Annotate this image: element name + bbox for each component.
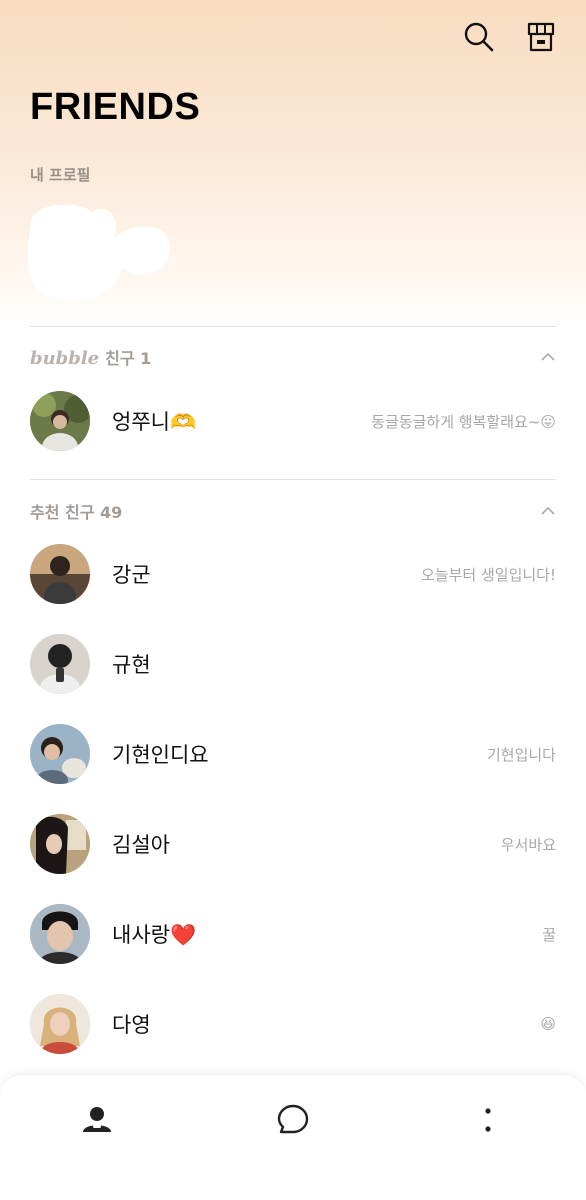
divider — [30, 479, 556, 480]
avatar — [30, 634, 90, 694]
friend-status: 꿀 — [542, 925, 556, 944]
my-profile-label: 내 프로필 — [30, 166, 91, 184]
bubble-section-header[interactable]: bubble 친구 1 — [30, 344, 556, 370]
friend-name: 엉쭈니🫶 — [112, 410, 197, 434]
more-tab[interactable] — [463, 1095, 513, 1145]
friend-status: 😆 — [540, 1015, 556, 1033]
my-profile-avatar[interactable] — [22, 198, 182, 308]
avatar — [30, 994, 90, 1054]
bubble-brand-logo: bubble — [30, 348, 100, 369]
divider — [30, 326, 556, 327]
avatar — [30, 544, 90, 604]
bubble-section-title: bubble 친구 1 — [30, 345, 151, 369]
top-actions — [460, 18, 560, 56]
chat-bubble-icon — [277, 1104, 309, 1134]
more-dots-icon — [485, 1108, 491, 1132]
friend-row[interactable]: 김설아 우서바요 — [30, 813, 556, 875]
page-title: FRIENDS — [30, 86, 201, 128]
bottom-navigation — [0, 1074, 586, 1200]
friend-name: 기현인디요 — [112, 743, 209, 767]
friend-row[interactable]: 규현 — [30, 633, 556, 695]
friends-tab[interactable] — [72, 1095, 122, 1145]
avatar — [30, 904, 90, 964]
friend-row[interactable]: 다영 😆 — [30, 993, 556, 1055]
avatar — [30, 391, 90, 451]
person-icon — [83, 1107, 111, 1132]
chevron-up-icon[interactable] — [540, 503, 556, 519]
friend-name: 다영 — [112, 1013, 151, 1037]
friend-name: 강군 — [112, 563, 151, 587]
friend-status: 오늘부터 생일입니다! — [421, 565, 556, 584]
bubble-section-count: 친구 1 — [105, 349, 152, 368]
friend-row[interactable]: 강군 오늘부터 생일입니다! — [30, 543, 556, 605]
friend-status: 우서바요 — [500, 835, 556, 854]
chevron-up-icon[interactable] — [540, 349, 556, 365]
friend-row[interactable]: 엉쭈니🫶 동글동글하게 행복할래요~😛 — [30, 390, 556, 452]
recommended-section-title: 추천 친구 49 — [30, 503, 123, 522]
chats-tab[interactable] — [268, 1095, 318, 1145]
search-icon[interactable] — [460, 18, 498, 56]
avatar — [30, 814, 90, 874]
friend-row[interactable]: 기현인디요 기현입니다 — [30, 723, 556, 785]
friend-status: 동글동글하게 행복할래요~😛 — [371, 412, 556, 431]
friend-status: 기현입니다 — [486, 745, 556, 764]
store-icon[interactable] — [522, 18, 560, 56]
friend-row[interactable]: 내사랑❤️ 꿀 — [30, 903, 556, 965]
avatar — [30, 724, 90, 784]
friend-name: 내사랑❤️ — [112, 923, 197, 947]
friend-name: 김설아 — [112, 833, 170, 857]
recommended-section-header[interactable]: 추천 친구 49 — [30, 498, 556, 524]
friend-name: 규현 — [112, 653, 151, 677]
